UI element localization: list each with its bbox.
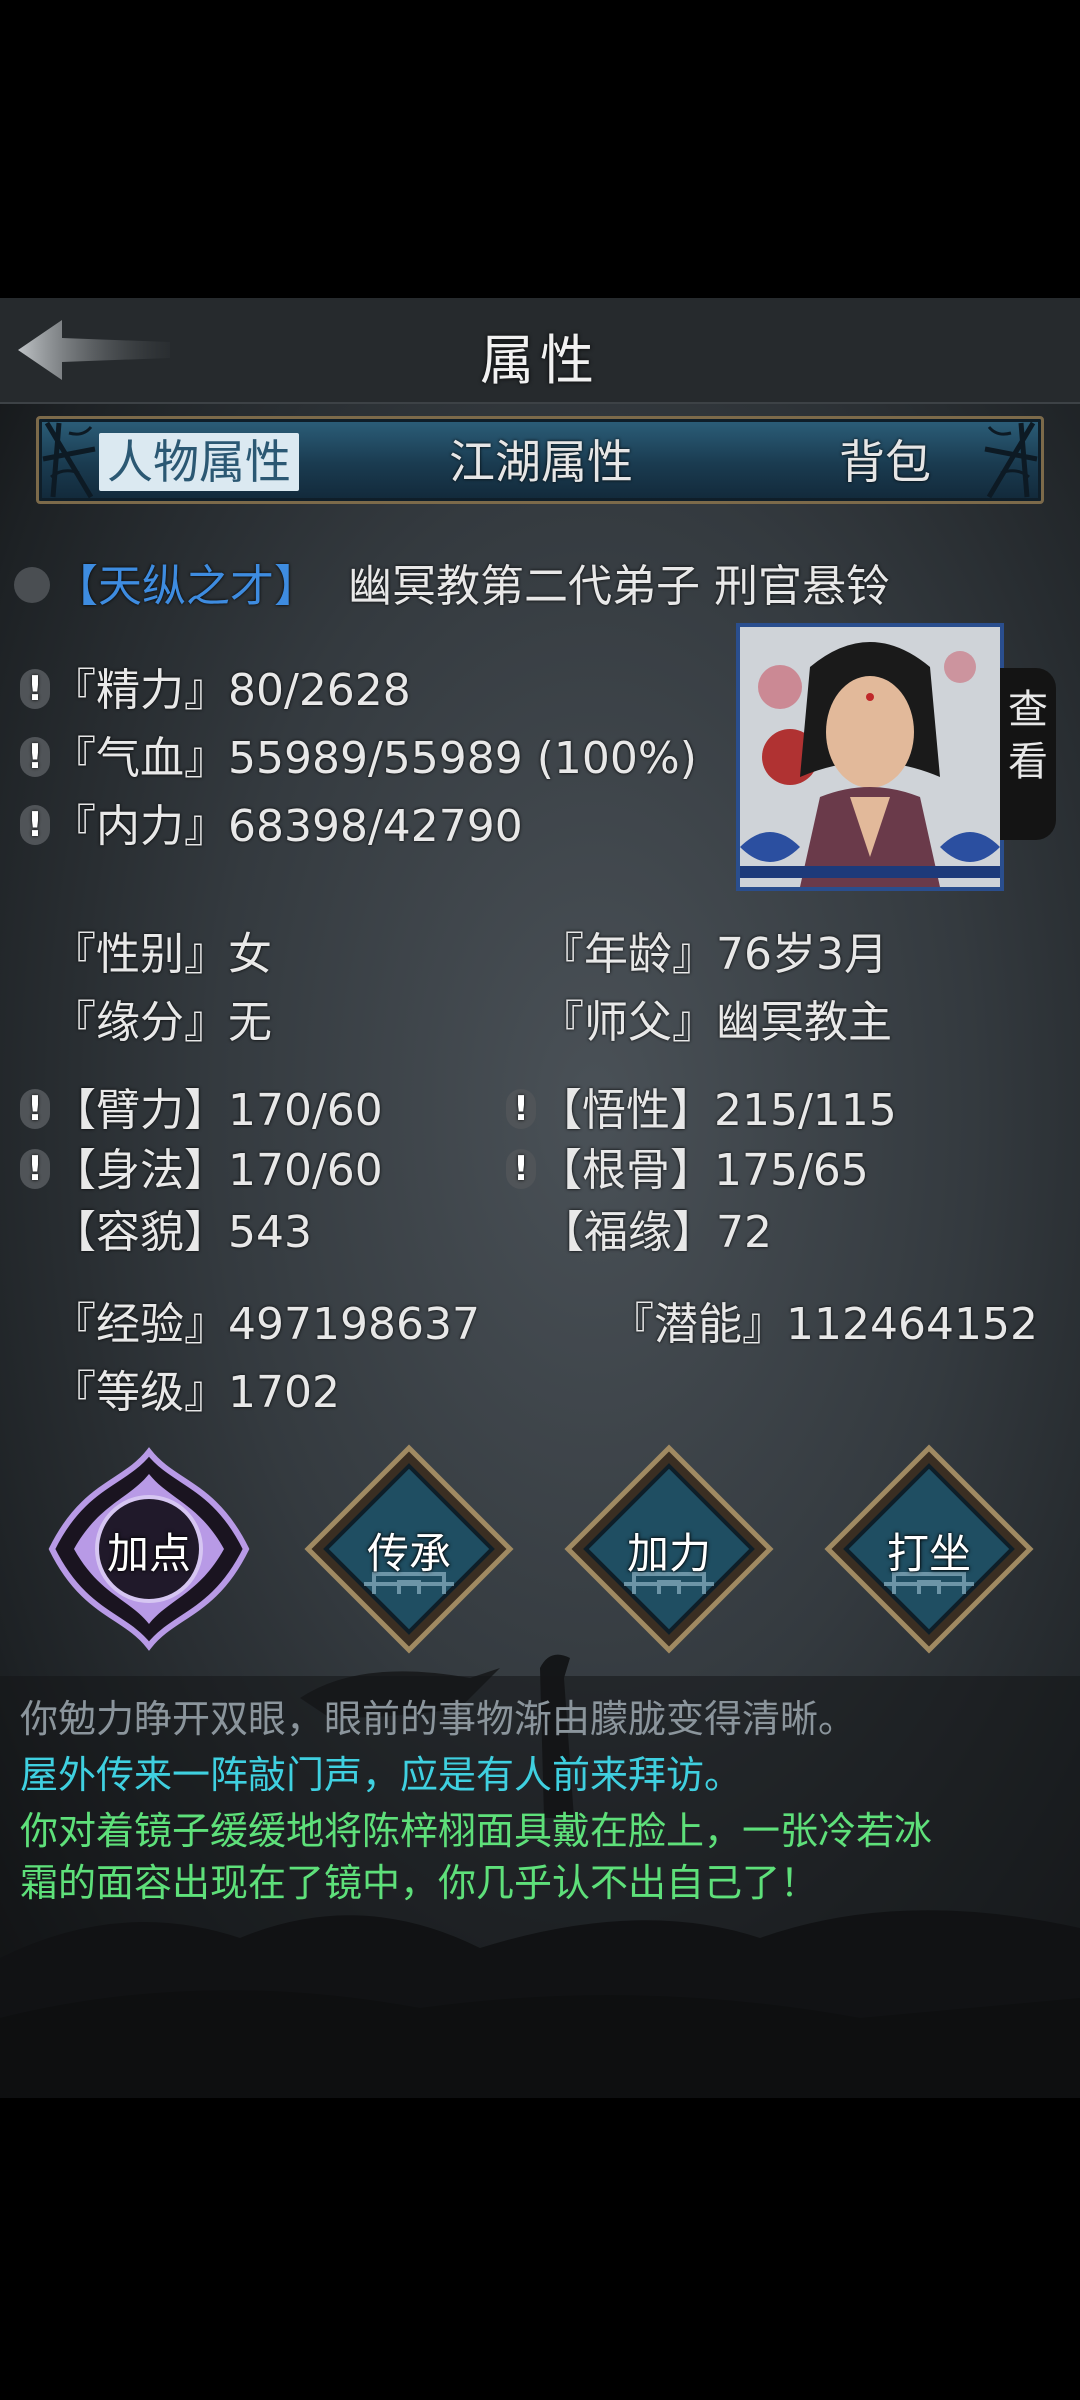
log-line: 你勉力睁开双眼，眼前的事物渐由朦胧变得清晰。 <box>20 1697 857 1741</box>
character-title: 幽冥教第二代弟子 刑官悬铃 <box>348 561 890 612</box>
top-bar: 属性 <box>0 298 1080 404</box>
exclamation-icon[interactable]: ! <box>20 805 50 845</box>
vital-stamina: ! 『精力』80/2628 <box>20 654 411 718</box>
tab-character-attributes[interactable]: 人物属性 <box>99 433 299 491</box>
page-title: 属性 <box>480 329 600 392</box>
vital-inner-power: ! 『内力』68398/42790 <box>20 790 523 854</box>
character-header: 【天纵之才】 <box>14 550 318 614</box>
tab-bar: 人物属性 江湖属性 背包 <box>36 416 1044 504</box>
inheritance-button[interactable]: 传承 <box>304 1444 514 1654</box>
portrait-image <box>740 627 1000 887</box>
stat-potential: 『潜能』112464152 <box>610 1299 1038 1350</box>
talent-name[interactable]: 【天纵之才】 <box>54 561 318 612</box>
add-power-button[interactable]: 加力 <box>564 1444 774 1654</box>
info-fate: 『缘分』无 <box>52 997 272 1048</box>
talent-toggle-icon[interactable] <box>14 567 50 603</box>
exclamation-icon[interactable]: ! <box>20 1149 50 1189</box>
tab-jianghu-attributes[interactable]: 江湖属性 <box>449 433 633 491</box>
attr-strength: ! 【臂力】170/60 <box>20 1074 383 1138</box>
attr-agility: ! 【身法】170/60 <box>20 1134 383 1198</box>
attr-insight: ! 【悟性】215/115 <box>506 1074 897 1138</box>
message-log: 你勉力睁开双眼，眼前的事物渐由朦胧变得清晰。 屋外传来一阵敲门声，应是有人前来拜… <box>0 1676 1080 2098</box>
meditate-button[interactable]: 打坐 <box>824 1444 1034 1654</box>
log-line: 屋外传来一阵敲门声，应是有人前来拜访。 <box>20 1753 743 1797</box>
bamboo-left-decoration <box>42 421 96 499</box>
attr-constitution: ! 【根骨】175/65 <box>506 1134 869 1198</box>
exclamation-icon[interactable]: ! <box>20 1089 50 1129</box>
info-gender: 『性别』女 <box>52 929 272 980</box>
attr-appearance: 【容貌】543 <box>52 1207 312 1258</box>
info-age: 『年龄』76岁3月 <box>540 929 888 980</box>
exclamation-icon[interactable]: ! <box>20 737 50 777</box>
attr-luck: 【福缘】72 <box>540 1207 772 1258</box>
exclamation-icon[interactable]: ! <box>506 1089 536 1129</box>
vital-health: ! 『气血』55989/55989 (100%) <box>20 722 697 786</box>
tab-backpack[interactable]: 背包 <box>839 433 931 491</box>
attributes-screen: 属性 人物属性 江湖属性 背包 【天纵之才】 幽冥教第二代弟子 刑官悬铃 ! 『精… <box>0 298 1080 2098</box>
stat-level: 『等级』1702 <box>52 1367 340 1418</box>
log-line: 你对着镜子缓缓地将陈梓栩面具戴在脸上，一张冷若冰 <box>20 1809 933 1853</box>
bamboo-right-decoration <box>984 421 1038 499</box>
add-points-button[interactable]: 加点 <box>44 1444 254 1654</box>
exclamation-icon[interactable]: ! <box>506 1149 536 1189</box>
log-line: 霜的面容出现在了镜中，你几乎认不出自己了！ <box>20 1861 819 1905</box>
exclamation-icon[interactable]: ! <box>20 669 50 709</box>
stat-experience: 『经验』497198637 <box>52 1299 480 1350</box>
character-portrait[interactable] <box>736 623 1004 891</box>
view-button[interactable]: 查看 <box>1000 668 1056 840</box>
info-master: 『师父』幽冥教主 <box>540 997 892 1048</box>
